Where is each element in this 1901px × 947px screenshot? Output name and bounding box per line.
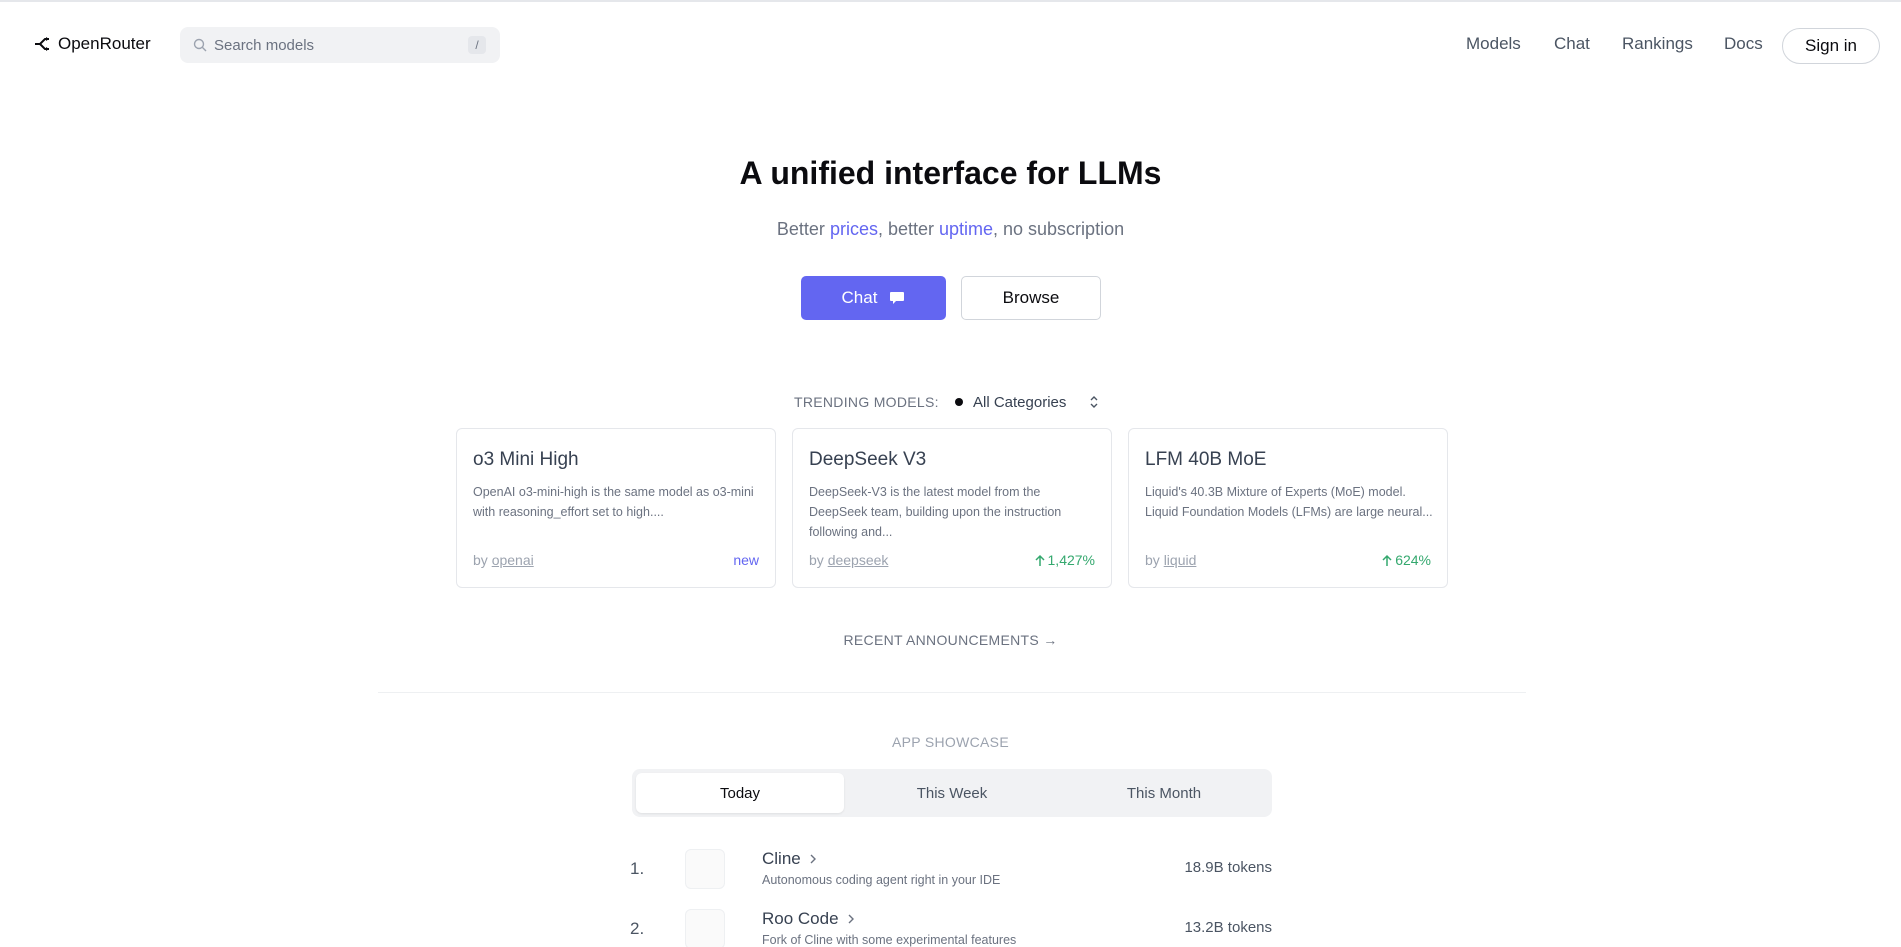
nav-docs[interactable]: Docs — [1724, 34, 1763, 54]
author-link[interactable]: liquid — [1164, 552, 1197, 568]
arrow-up-icon — [1382, 554, 1392, 566]
app-logo — [685, 909, 725, 947]
brand-logo[interactable]: OpenRouter — [34, 34, 151, 54]
by-prefix: by — [1145, 552, 1164, 568]
model-card-description: OpenAI o3-mini-high is the same model as… — [473, 485, 754, 519]
trending-models-label: TRENDING MODELS: — [794, 394, 939, 410]
tab-this-week[interactable]: This Week — [848, 773, 1056, 813]
model-card-description: Liquid's 40.3B Mixture of Experts (MoE) … — [1145, 485, 1433, 519]
trend-badge: 624% — [1381, 552, 1431, 568]
sign-in-button[interactable]: Sign in — [1782, 28, 1880, 64]
uptime-link[interactable]: uptime — [939, 219, 993, 239]
nav-models[interactable]: Models — [1466, 34, 1521, 54]
by-prefix: by — [473, 552, 492, 568]
search-shortcut-key: / — [468, 36, 486, 54]
trend-badge: 1,427% — [1034, 552, 1095, 568]
trend-value: 624% — [1395, 552, 1431, 568]
category-select[interactable]: All Categories — [955, 390, 1100, 414]
model-card-title: DeepSeek V3 — [809, 449, 927, 470]
chat-bubble-icon — [890, 292, 905, 304]
search-box[interactable]: / — [180, 27, 500, 63]
showcase-tabs: Today This Week This Month — [632, 769, 1272, 817]
hero-sub-mid: , better — [877, 219, 939, 239]
nav-rankings[interactable]: Rankings — [1622, 34, 1693, 54]
category-value: All Categories — [973, 393, 1067, 411]
app-name: Roo Code — [762, 909, 839, 928]
app-logo — [685, 849, 725, 889]
arrow-up-icon — [1034, 554, 1045, 566]
model-card-title: LFM 40B MoE — [1145, 449, 1267, 470]
model-card[interactable]: o3 Mini High OpenAI o3-mini-high is the … — [456, 428, 776, 588]
chat-button[interactable]: Chat — [801, 276, 946, 320]
search-icon — [193, 38, 207, 52]
nav-chat[interactable]: Chat — [1554, 34, 1590, 54]
author-link[interactable]: deepseek — [828, 552, 889, 568]
app-description: Autonomous coding agent right in your ID… — [762, 873, 1001, 887]
app-rank: 2. — [630, 919, 645, 938]
browse-button[interactable]: Browse — [961, 276, 1101, 320]
category-dot-icon — [955, 398, 963, 406]
model-card-title: o3 Mini High — [473, 449, 579, 470]
app-row[interactable]: 1. Cline Autonomous coding agent right i… — [630, 849, 1272, 901]
author-link[interactable]: openai — [492, 552, 534, 568]
search-input[interactable] — [214, 27, 454, 63]
new-badge: new — [733, 552, 759, 568]
brand-name: OpenRouter — [58, 34, 151, 53]
app-row[interactable]: 2. Roo Code Fork of Cline with some expe… — [630, 909, 1272, 947]
chevron-right-icon — [848, 914, 854, 924]
app-name: Cline — [762, 849, 801, 868]
app-token-count: 13.2B tokens — [1184, 919, 1272, 936]
hero-subtitle: Better prices, better uptime, no subscri… — [0, 219, 1901, 240]
app-token-count: 18.9B tokens — [1184, 859, 1272, 876]
prices-link[interactable]: prices — [830, 219, 878, 239]
trend-value: 1,427% — [1047, 552, 1095, 568]
chevron-up-down-icon — [1090, 396, 1098, 408]
tab-this-month[interactable]: This Month — [1060, 773, 1268, 813]
model-card[interactable]: LFM 40B MoE Liquid's 40.3B Mixture of Ex… — [1128, 428, 1448, 588]
app-showcase-heading: APP SHOWCASE — [892, 734, 1009, 750]
app-description: Fork of Cline with some experimental fea… — [762, 933, 1017, 947]
app-name-link[interactable]: Roo Code — [762, 909, 855, 929]
site-header: OpenRouter / Models Chat Rankings Docs S… — [0, 2, 1901, 84]
app-name-link[interactable]: Cline — [762, 849, 817, 869]
section-divider — [378, 692, 1526, 693]
model-card-description: DeepSeek-V3 is the latest model from the… — [809, 485, 1062, 539]
model-card[interactable]: DeepSeek V3 DeepSeek-V3 is the latest mo… — [792, 428, 1112, 588]
model-card-author: by deepseek — [809, 552, 888, 568]
by-prefix: by — [809, 552, 828, 568]
chat-button-label: Chat — [841, 288, 878, 307]
hero-sub-pre: Better — [776, 219, 830, 239]
hero-title: A unified interface for LLMs — [739, 155, 1162, 191]
model-card-author: by liquid — [1145, 552, 1196, 568]
recent-announcements-link[interactable]: RECENT ANNOUNCEMENTS → — [0, 632, 1901, 648]
openrouter-logo-icon — [35, 37, 49, 51]
hero-sub-post: , no subscription — [993, 219, 1125, 239]
chevron-right-icon — [810, 854, 816, 864]
tab-today[interactable]: Today — [636, 773, 844, 813]
model-card-author: by openai — [473, 552, 534, 568]
app-rank: 1. — [630, 859, 645, 878]
